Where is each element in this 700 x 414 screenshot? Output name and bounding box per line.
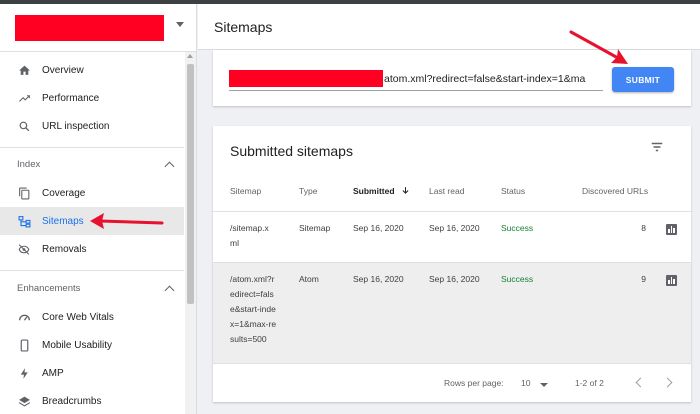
prev-page-icon[interactable] [635, 377, 646, 388]
card-title: Submitted sitemaps [230, 143, 353, 159]
cell-last-read: Sep 16, 2020 [429, 223, 480, 233]
sidebar-item-label: Breadcrumbs [42, 395, 102, 407]
section-header-index[interactable]: Index [17, 159, 177, 172]
cell-line: edirect=fals [230, 289, 274, 299]
sidebar-divider [0, 51, 196, 52]
sidebar-item-coverage[interactable]: Coverage [0, 179, 184, 207]
cell-line: sults=500 [230, 334, 267, 344]
cell-status: Success [501, 274, 534, 284]
sidebar-item-core-web-vitals[interactable]: Core Web Vitals [0, 303, 184, 331]
scroll-up-icon[interactable] [187, 54, 193, 58]
section-header-label: Index [17, 159, 41, 170]
gauge-icon [17, 310, 31, 324]
sidebar-item-mobile-usability[interactable]: Mobile Usability [0, 331, 184, 359]
table-divider [213, 363, 691, 364]
input-underline [229, 90, 603, 91]
property-selector-redacted[interactable] [15, 15, 164, 41]
sidebar-item-breadcrumbs[interactable]: Breadcrumbs [0, 387, 184, 414]
cell-sitemap[interactable]: /atom.xml?r edirect=fals e&start-inde x=… [230, 272, 276, 347]
sidebar-item-label: Performance [42, 92, 100, 104]
cell-status: Success [501, 223, 534, 233]
cell-submitted: Sep 16, 2020 [353, 274, 404, 284]
home-icon [17, 63, 31, 77]
section-divider [0, 270, 184, 271]
sidebar-item-performance[interactable]: Performance [0, 84, 184, 112]
cell-last-read: Sep 16, 2020 [429, 274, 480, 284]
submitted-sitemaps-card: Submitted sitemaps Sitemap Type Submitte… [213, 126, 691, 402]
rows-per-page-select[interactable]: 10 [521, 378, 530, 388]
property-dropdown-icon[interactable] [176, 22, 184, 27]
sidebar-scroll-thumb[interactable] [187, 64, 194, 304]
column-header-type[interactable]: Type [299, 186, 317, 196]
chevron-up-icon [164, 161, 175, 172]
sidebar-item-overview[interactable]: Overview [0, 56, 184, 84]
cell-line: ml [230, 238, 239, 248]
column-header-status[interactable]: Status [501, 186, 525, 196]
bar-chart-icon[interactable] [666, 224, 677, 235]
sidebar-item-label: Removals [42, 243, 87, 255]
pagination-range: 1-2 of 2 [575, 378, 604, 388]
cell-type: Sitemap [299, 223, 331, 233]
next-page-icon[interactable] [662, 377, 673, 388]
sidebar-item-url-inspection[interactable]: URL inspection [0, 112, 184, 140]
bolt-icon [17, 366, 31, 380]
cell-line: /atom.xml?r [230, 274, 275, 284]
sidebar-item-label: Mobile Usability [42, 339, 113, 351]
column-header-sitemap[interactable]: Sitemap [230, 186, 261, 196]
submit-button[interactable]: SUBMIT [612, 67, 674, 92]
sort-arrow-down-icon [402, 187, 409, 194]
cell-sitemap[interactable]: /sitemap.x ml [230, 221, 269, 251]
search-icon [17, 119, 31, 133]
sidebar-item-label: AMP [42, 367, 64, 379]
layers-icon [17, 394, 31, 408]
chevron-up-icon [164, 285, 175, 296]
annotation-arrow-icon [569, 30, 628, 64]
copy-icon [17, 186, 31, 200]
cell-line: /sitemap.x [230, 223, 269, 233]
phone-icon [17, 338, 31, 352]
cell-line: x=1&max-re [230, 319, 277, 329]
cell-line: e&start-inde [230, 304, 276, 314]
sidebar-item-amp[interactable]: AMP [0, 359, 184, 387]
sidebar-item-label: Overview [42, 64, 84, 76]
cell-discovered-urls: 9 [641, 274, 646, 284]
chevron-down-icon[interactable] [540, 383, 548, 387]
column-header-discovered-urls[interactable]: Discovered URLs [582, 186, 648, 196]
sidebar-item-label: Sitemaps [42, 215, 84, 227]
sidebar-item-label: Core Web Vitals [42, 311, 114, 323]
annotation-arrow-icon [90, 213, 164, 229]
site-url-redacted [229, 70, 383, 87]
section-header-label: Enhancements [17, 283, 81, 294]
sidebar-item-label: URL inspection [42, 120, 110, 132]
column-header-label: Submitted [353, 186, 395, 196]
filter-icon[interactable] [650, 140, 664, 154]
bar-chart-icon[interactable] [666, 275, 677, 286]
cell-discovered-urls: 8 [641, 223, 646, 233]
section-divider [0, 147, 184, 148]
column-header-submitted[interactable]: Submitted [353, 186, 410, 196]
column-header-last-read[interactable]: Last read [429, 186, 464, 196]
sitemap-url-input[interactable]: atom.xml?redirect=false&start-index=1&ma [384, 73, 602, 85]
sidebar-item-label: Coverage [42, 187, 86, 199]
sitemap-icon [17, 214, 31, 228]
rows-per-page-label: Rows per page: [444, 378, 504, 388]
trending-up-icon [17, 91, 31, 105]
cell-type: Atom [299, 274, 319, 284]
table-divider [213, 211, 691, 212]
page-title: Sitemaps [214, 19, 273, 35]
eye-off-icon [17, 242, 31, 256]
section-header-enhancements[interactable]: Enhancements [17, 283, 177, 296]
cell-submitted: Sep 16, 2020 [353, 223, 404, 233]
sidebar-item-removals[interactable]: Removals [0, 235, 184, 263]
